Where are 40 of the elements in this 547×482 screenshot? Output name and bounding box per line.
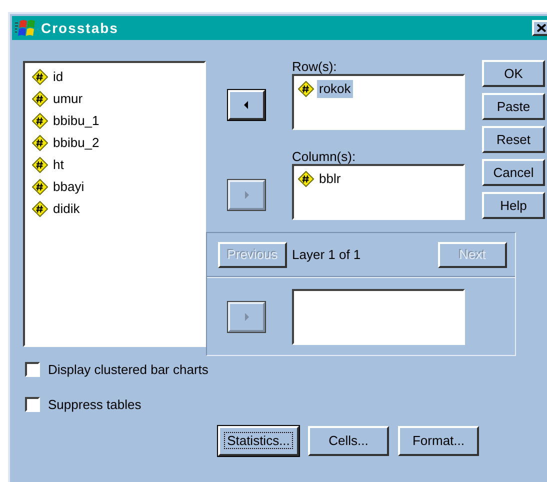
variable-item[interactable]: ht — [51, 156, 66, 174]
variable-item[interactable]: bbibu_1 — [51, 112, 102, 130]
dialog-button[interactable]: Help — [482, 192, 545, 219]
variable-item[interactable]: bbayi — [51, 178, 86, 196]
variable-item[interactable]: umur — [51, 90, 85, 108]
dialog-button[interactable]: Paste — [482, 93, 545, 120]
window-title: Crosstabs — [41, 18, 118, 38]
windows-flag-icon — [15, 19, 37, 37]
numeric-variable-icon — [298, 171, 314, 187]
dialog-button[interactable]: Reset — [482, 126, 545, 153]
rows-label: Row(s): — [292, 59, 338, 74]
checkbox-label: Display clustered bar charts — [48, 361, 208, 379]
dialog-button[interactable]: OK — [482, 60, 545, 87]
variable-item[interactable]: didik — [51, 200, 82, 218]
columns-field[interactable]: bblr — [292, 164, 465, 220]
numeric-variable-icon — [32, 179, 48, 195]
rows-field[interactable]: rokok — [292, 74, 465, 130]
dialog-button[interactable]: Statistics... — [218, 426, 299, 456]
numeric-variable-icon — [32, 201, 48, 217]
variable-item[interactable]: rokok — [317, 80, 353, 98]
variable-item[interactable]: bblr — [317, 170, 343, 188]
close-icon — [536, 24, 546, 32]
layer-counter: Layer 1 of 1 — [292, 246, 361, 264]
checkbox[interactable] — [25, 362, 40, 378]
numeric-variable-icon — [32, 157, 48, 173]
numeric-variable-icon — [298, 81, 314, 97]
close-button[interactable] — [532, 20, 547, 36]
dialog-button[interactable]: Cells... — [308, 426, 389, 456]
variable-item[interactable]: id — [51, 68, 66, 86]
columns-label: Column(s): — [292, 149, 357, 164]
variable-item[interactable]: bbibu_2 — [51, 134, 102, 152]
numeric-variable-icon — [32, 113, 48, 129]
checkbox-label: Suppress tables — [48, 396, 142, 414]
dialog-button[interactable]: Cancel — [482, 159, 545, 186]
numeric-variable-icon — [32, 91, 48, 107]
numeric-variable-icon — [32, 135, 48, 151]
dialog-button[interactable]: Format... — [398, 426, 479, 456]
layer-field[interactable] — [292, 288, 465, 344]
numeric-variable-icon — [32, 69, 48, 85]
checkbox[interactable] — [25, 396, 40, 412]
